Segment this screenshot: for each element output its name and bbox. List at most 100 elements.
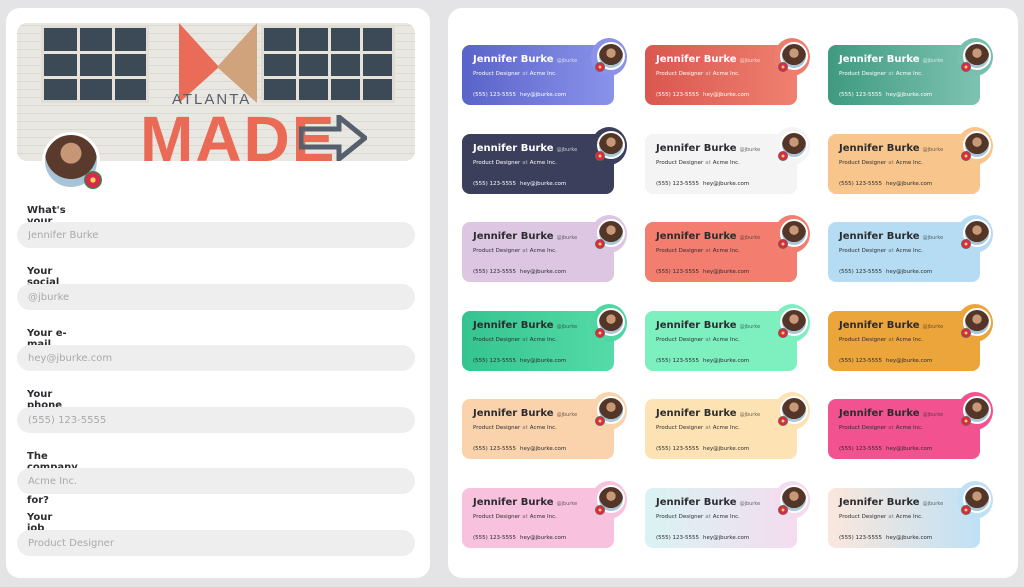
- card-role: Product Designer at Acme Inc.: [473, 425, 557, 431]
- card-role: Product Designer at Acme Inc.: [473, 248, 557, 254]
- card-role: Product Designer at Acme Inc.: [839, 160, 923, 166]
- card-email: hey@jburke.com: [520, 358, 567, 364]
- flower-icon: [778, 151, 788, 161]
- job-title-input[interactable]: [17, 530, 415, 556]
- card-name: Jennifer Burke @jburke: [656, 54, 761, 65]
- card-name: Jennifer Burke @jburke: [473, 320, 578, 331]
- flower-icon: [961, 416, 971, 426]
- card-phone: (555) 123-5555: [656, 446, 700, 452]
- form-panel: ATLANTA MADE What's your name? Your soci…: [6, 8, 430, 578]
- signature-template-card[interactable]: Jennifer Burke @jburke Product Designer at A…: [462, 392, 628, 461]
- flower-icon: [595, 416, 605, 426]
- card-role: Product Designer at Acme Inc.: [656, 71, 740, 77]
- signature-template-card[interactable]: Jennifer Burke @jburke Product Designer at A…: [828, 127, 994, 196]
- signature-template-card[interactable]: Jennifer Burke @jburke Product Designer at A…: [462, 38, 628, 107]
- handle-input[interactable]: [17, 284, 415, 310]
- phone-input[interactable]: [17, 407, 415, 433]
- card-name: Jennifer Burke @jburke: [839, 408, 944, 419]
- card-role: Product Designer at Acme Inc.: [839, 514, 923, 520]
- card-phone: (555) 123-5555: [839, 446, 883, 452]
- card-name: Jennifer Burke @jburke: [656, 408, 761, 419]
- signature-template-card[interactable]: Jennifer Burke @jburke Product Designer at A…: [462, 304, 628, 373]
- card-name: Jennifer Burke @jburke: [839, 54, 944, 65]
- card-handle: @jburke: [739, 412, 761, 418]
- card-role: Product Designer at Acme Inc.: [656, 337, 740, 343]
- card-name: Jennifer Burke @jburke: [473, 408, 578, 419]
- card-role: Product Designer at Acme Inc.: [473, 514, 557, 520]
- card-role: Product Designer at Acme Inc.: [473, 160, 557, 166]
- card-email: hey@jburke.com: [520, 446, 567, 452]
- card-name: Jennifer Burke @jburke: [839, 143, 944, 154]
- card-phone: (555) 123-5555: [839, 181, 883, 187]
- card-phone: (555) 123-5555: [839, 358, 883, 364]
- card-handle: @jburke: [922, 501, 944, 507]
- card-handle: @jburke: [922, 324, 944, 330]
- card-name: Jennifer Burke @jburke: [473, 143, 578, 154]
- card-handle: @jburke: [556, 58, 578, 64]
- flower-icon: [778, 62, 788, 72]
- flower-icon: [778, 505, 788, 515]
- card-name: Jennifer Burke @jburke: [473, 231, 578, 242]
- flower-icon: [595, 239, 605, 249]
- card-handle: @jburke: [739, 147, 761, 153]
- card-email: hey@jburke.com: [703, 446, 750, 452]
- name-input[interactable]: [17, 222, 415, 248]
- flower-icon: [961, 239, 971, 249]
- card-role: Product Designer at Acme Inc.: [839, 71, 923, 77]
- card-email: hey@jburke.com: [886, 358, 933, 364]
- signature-template-card[interactable]: Jennifer Burke @jburke Product Designer at A…: [645, 392, 811, 461]
- signature-template-card[interactable]: Jennifer Burke @jburke Product Designer at A…: [828, 481, 994, 550]
- card-phone: (555) 123-5555: [839, 269, 883, 275]
- signature-template-card[interactable]: Jennifer Burke @jburke Product Designer at A…: [645, 215, 811, 284]
- card-role: Product Designer at Acme Inc.: [656, 248, 740, 254]
- card-handle: @jburke: [739, 58, 761, 64]
- signature-template-card[interactable]: Jennifer Burke @jburke Product Designer at A…: [645, 304, 811, 373]
- card-role: Product Designer at Acme Inc.: [656, 514, 740, 520]
- signature-template-card[interactable]: Jennifer Burke @jburke Product Designer at A…: [828, 38, 994, 107]
- signature-template-card[interactable]: Jennifer Burke @jburke Product Designer at A…: [828, 215, 994, 284]
- card-email: hey@jburke.com: [520, 535, 567, 541]
- card-email: hey@jburke.com: [703, 181, 750, 187]
- flower-icon: [961, 328, 971, 338]
- card-email: hey@jburke.com: [886, 446, 933, 452]
- signature-template-card[interactable]: Jennifer Burke @jburke Product Designer at A…: [462, 215, 628, 284]
- card-email: hey@jburke.com: [886, 269, 933, 275]
- company-input[interactable]: [17, 468, 415, 494]
- profile-avatar[interactable]: [42, 132, 102, 190]
- signature-template-card[interactable]: Jennifer Burke @jburke Product Designer at A…: [645, 38, 811, 107]
- signature-template-card[interactable]: Jennifer Burke @jburke Product Designer at A…: [828, 392, 994, 461]
- flower-icon: [595, 505, 605, 515]
- card-handle: @jburke: [556, 235, 578, 241]
- signature-template-card[interactable]: Jennifer Burke @jburke Product Designer at A…: [462, 481, 628, 550]
- window-decoration: [261, 25, 395, 103]
- card-name: Jennifer Burke @jburke: [656, 143, 761, 154]
- signature-template-card[interactable]: Jennifer Burke @jburke Product Designer at A…: [645, 481, 811, 550]
- card-role: Product Designer at Acme Inc.: [839, 425, 923, 431]
- flower-icon: [961, 62, 971, 72]
- email-input[interactable]: [17, 345, 415, 371]
- card-role: Product Designer at Acme Inc.: [473, 337, 557, 343]
- card-name: Jennifer Burke @jburke: [656, 231, 761, 242]
- card-phone: (555) 123-5555: [656, 92, 700, 98]
- card-role: Product Designer at Acme Inc.: [473, 71, 557, 77]
- card-email: hey@jburke.com: [520, 269, 567, 275]
- flower-icon: [778, 239, 788, 249]
- card-email: hey@jburke.com: [703, 269, 750, 275]
- card-email: hey@jburke.com: [703, 92, 750, 98]
- flower-icon: [595, 151, 605, 161]
- card-role: Product Designer at Acme Inc.: [656, 425, 740, 431]
- signature-template-card[interactable]: Jennifer Burke @jburke Product Designer at A…: [828, 304, 994, 373]
- window-decoration: [41, 25, 149, 103]
- card-phone: (555) 123-5555: [473, 181, 517, 187]
- card-phone: (555) 123-5555: [473, 446, 517, 452]
- signature-template-card[interactable]: Jennifer Burke @jburke Product Designer at A…: [462, 127, 628, 196]
- signature-template-card[interactable]: Jennifer Burke @jburke Product Designer at A…: [645, 127, 811, 196]
- card-handle: @jburke: [739, 501, 761, 507]
- signature-templates-panel: Jennifer Burke @jburke Product Designer at A…: [448, 8, 1018, 578]
- card-handle: @jburke: [739, 324, 761, 330]
- card-email: hey@jburke.com: [703, 535, 750, 541]
- card-email: hey@jburke.com: [886, 181, 933, 187]
- card-name: Jennifer Burke @jburke: [656, 497, 761, 508]
- card-phone: (555) 123-5555: [656, 181, 700, 187]
- card-role: Product Designer at Acme Inc.: [656, 160, 740, 166]
